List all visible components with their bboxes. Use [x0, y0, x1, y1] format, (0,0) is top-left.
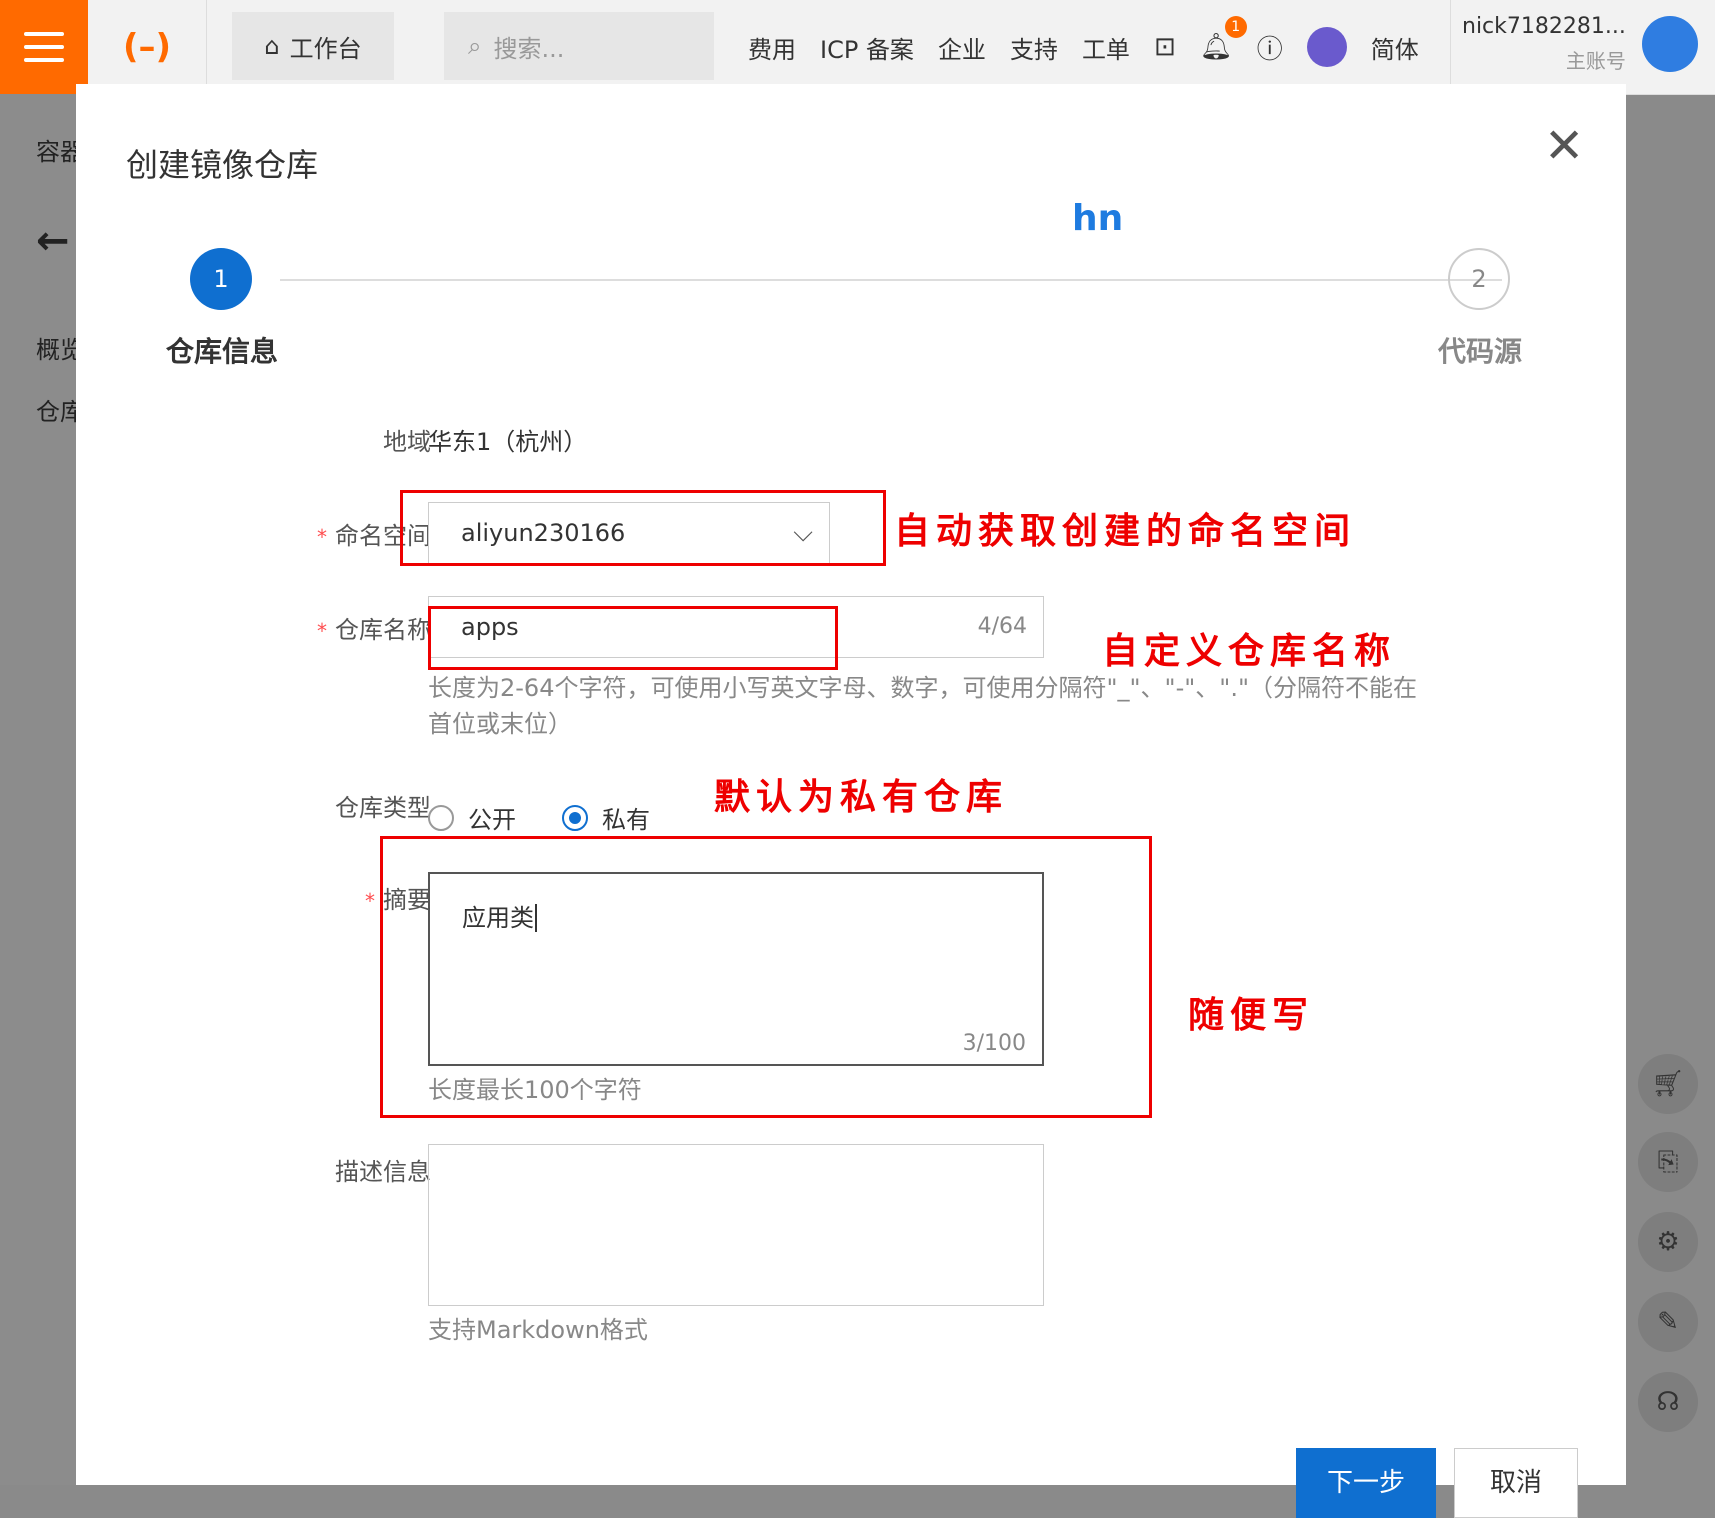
radio-public-circle[interactable] [428, 804, 454, 831]
description-label: 描述信息 [335, 1158, 431, 1186]
workbench-button[interactable]: ⌂ 工作台 [232, 12, 394, 80]
search-icon: ⌕ [468, 32, 482, 60]
repo-type-label: 仓库类型 [335, 794, 431, 822]
step-connector [280, 279, 1502, 281]
annotation-repo-type: 默认为私有仓库 [714, 776, 1009, 818]
next-step-button[interactable]: 下一步 [1296, 1448, 1436, 1518]
radio-public-label: 公开 [468, 806, 516, 834]
radio-public[interactable]: 公开 [428, 800, 516, 835]
divider [206, 0, 207, 94]
gear-icon[interactable]: ⚙ [1638, 1212, 1698, 1272]
step-1-label: 仓库信息 [166, 335, 279, 368]
radio-private[interactable]: 私有 [562, 800, 650, 835]
annotation-repo-name: 自定义仓库名称 [1102, 630, 1397, 672]
step-1-indicator: 1 [190, 248, 252, 310]
back-arrow-icon[interactable]: ← [36, 218, 70, 264]
nav-ticket[interactable]: 工单 [1082, 30, 1130, 65]
repo-type-radio-group: 公开 私有 [428, 800, 680, 835]
background-sidebar [0, 94, 80, 1485]
search-placeholder: 搜索... [493, 34, 565, 63]
account-type: 主账号 [1565, 49, 1626, 73]
repo-name-hint: 长度为2-64个字符，可使用小写英文字母、数字，可使用分隔符"_"、"-"、".… [428, 674, 1417, 738]
edit-icon[interactable]: ✎ [1638, 1292, 1698, 1352]
cancel-button[interactable]: 取消 [1454, 1448, 1578, 1518]
aliyun-logo[interactable]: (–) [116, 28, 178, 66]
divider [1450, 0, 1451, 94]
annotation-box-summary [380, 836, 1152, 1118]
home-icon: ⌂ [264, 32, 280, 60]
help-icon[interactable]: ⓘ [1257, 29, 1283, 66]
nav-fees[interactable]: 费用 [748, 30, 796, 65]
description-hint: 支持Markdown格式 [428, 1316, 648, 1344]
nav-enterprise[interactable]: 企业 [938, 30, 986, 65]
stray-text: hn [1072, 198, 1124, 239]
description-textarea[interactable] [428, 1144, 1044, 1306]
bell-icon[interactable]: 🔔︎ 1 [1200, 16, 1247, 62]
user-info[interactable]: nick7182281... 主账号 [1462, 14, 1626, 74]
required-mark: * [317, 525, 327, 549]
api-icon[interactable]: ⎘ [1638, 1132, 1698, 1192]
username: nick7182281... [1462, 14, 1626, 39]
region-label: 地域 [383, 428, 431, 456]
menu-icon[interactable] [0, 0, 88, 94]
annotation-box-repo-name [428, 606, 838, 670]
step-2-indicator: 2 [1448, 248, 1510, 310]
radio-private-circle[interactable] [562, 804, 588, 831]
headset-icon[interactable]: ☊ [1638, 1372, 1698, 1432]
language-switch[interactable]: 简体 [1371, 30, 1419, 65]
dialog-title: 创建镜像仓库 [126, 146, 319, 184]
annotation-summary: 随便写 [1188, 994, 1315, 1036]
annotation-namespace: 自动获取创建的命名空间 [894, 510, 1357, 552]
nav-icp[interactable]: ICP 备案 [820, 30, 914, 65]
cart-icon[interactable]: 🛒︎ [1638, 1054, 1698, 1114]
repo-name-label-text: 仓库名称 [335, 616, 431, 644]
ai-assistant-icon[interactable] [1306, 27, 1347, 67]
required-mark: * [365, 889, 375, 913]
char-counter: 4/64 [977, 614, 1027, 639]
terminal-icon[interactable]: ⊡ [1154, 32, 1176, 62]
search-input[interactable]: ⌕ 搜索... [444, 12, 714, 80]
workbench-label: 工作台 [289, 34, 362, 63]
close-icon[interactable]: ✕ [1544, 122, 1584, 170]
notification-badge: 1 [1224, 16, 1247, 38]
step-2-label: 代码源 [1438, 335, 1523, 368]
annotation-box-namespace [400, 490, 886, 566]
required-mark: * [317, 619, 327, 643]
repo-name-label: * 仓库名称 [317, 610, 431, 645]
radio-private-label: 私有 [602, 806, 650, 834]
avatar[interactable] [1642, 16, 1698, 72]
top-navigation-bar: (–) ⌂ 工作台 ⌕ 搜索... 费用 ICP 备案 企业 支持 工单 ⊡ 🔔… [0, 0, 1715, 95]
top-nav-links: 费用 ICP 备案 企业 支持 工单 ⊡ 🔔︎ 1 ⓘ 简体 [748, 0, 1419, 94]
nav-support[interactable]: 支持 [1010, 30, 1058, 65]
region-value: 华东1（杭州） [428, 428, 588, 456]
